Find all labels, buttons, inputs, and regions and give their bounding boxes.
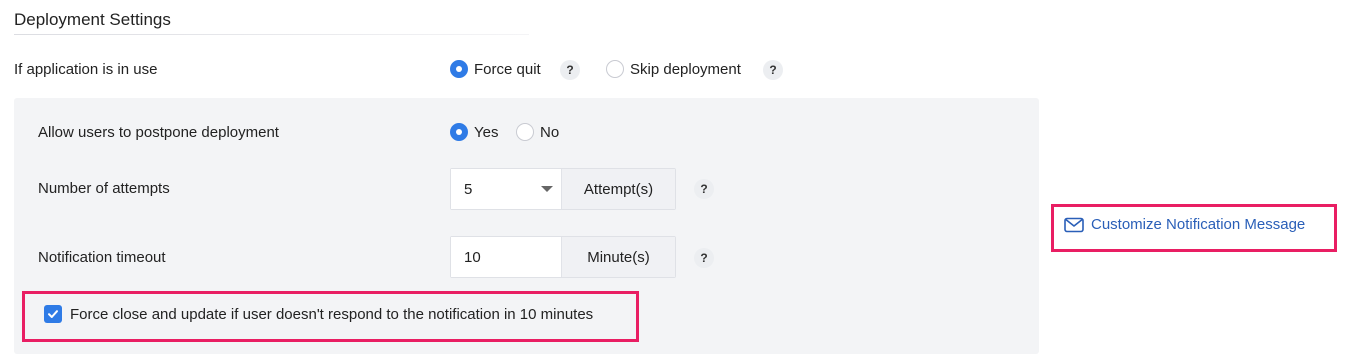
attempts-label: Number of attempts <box>38 180 170 197</box>
skip-deployment-help-icon[interactable]: ? <box>763 60 783 80</box>
attempts-value: 5 <box>464 180 473 198</box>
radio-force-quit-label: Force quit <box>474 60 541 78</box>
radio-force-quit[interactable]: Force quit <box>450 60 541 78</box>
radio-postpone-yes-indicator[interactable] <box>450 123 468 141</box>
timeout-value: 10 <box>464 248 481 266</box>
timeout-input-group: 10 Minute(s) <box>450 236 676 278</box>
radio-skip-deployment-indicator[interactable] <box>606 60 624 78</box>
radio-postpone-yes-label: Yes <box>474 123 499 141</box>
attempts-input-group: 5 Attempt(s) <box>450 168 676 210</box>
radio-postpone-yes[interactable]: Yes <box>450 123 498 141</box>
in-use-label: If application is in use <box>14 61 158 78</box>
mail-icon <box>1064 217 1084 232</box>
force-quit-help-icon[interactable]: ? <box>560 60 580 80</box>
radio-postpone-no-label: No <box>540 123 560 141</box>
postpone-label: Allow users to postpone deployment <box>38 124 279 141</box>
timeout-label: Notification timeout <box>38 249 166 266</box>
radio-postpone-no[interactable]: No <box>516 123 559 141</box>
chevron-down-icon[interactable] <box>541 186 553 192</box>
attempts-unit: Attempt(s) <box>561 169 675 209</box>
timeout-unit: Minute(s) <box>561 237 675 277</box>
radio-force-quit-indicator[interactable] <box>450 60 468 78</box>
force-close-label: Force close and update if user doesn't r… <box>70 305 594 323</box>
timeout-help-icon[interactable]: ? <box>694 248 714 268</box>
customize-notification-link[interactable]: Customize Notification Message <box>1064 216 1305 233</box>
radio-postpone-no-indicator[interactable] <box>516 123 534 141</box>
timeout-input[interactable]: 10 <box>451 237 561 277</box>
attempts-help-icon[interactable]: ? <box>694 179 714 199</box>
force-close-checkbox-row[interactable]: Force close and update if user doesn't r… <box>44 305 593 323</box>
section-divider <box>14 34 529 35</box>
customize-notification-label: Customize Notification Message <box>1091 216 1306 233</box>
check-icon <box>48 310 58 318</box>
section-title: Deployment Settings <box>14 10 171 29</box>
force-close-checkbox[interactable] <box>44 305 62 323</box>
radio-skip-deployment[interactable]: Skip deployment <box>606 60 741 78</box>
attempts-select[interactable]: 5 <box>451 169 561 209</box>
radio-skip-deployment-label: Skip deployment <box>630 60 741 78</box>
